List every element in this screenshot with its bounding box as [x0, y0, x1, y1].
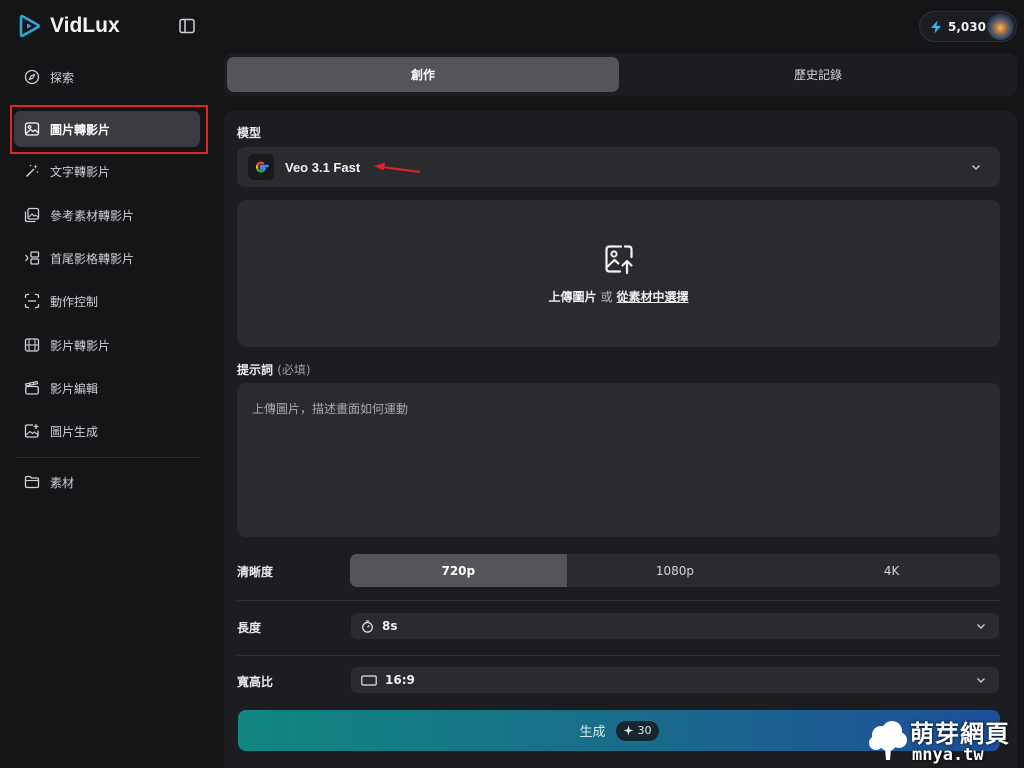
sidebar-item-label: 圖片轉影片: [50, 122, 111, 137]
prompt-label-text: 提示詞: [237, 363, 274, 377]
sidebar-item-label: 動作控制: [50, 294, 99, 309]
upload-instructions: 上傳圖片或從素材中選擇: [237, 288, 1000, 305]
model-label: 模型: [237, 126, 262, 140]
aspect-ratio-label: 寬高比: [237, 675, 274, 689]
choose-from-assets-link[interactable]: 從素材中選擇: [617, 290, 689, 304]
duration-select[interactable]: 8s: [351, 613, 999, 639]
aspect-ratio-icon: [361, 674, 377, 686]
watermark: 萌芽網頁 mnya.tw: [866, 714, 1024, 768]
clapper-icon: [24, 380, 40, 396]
brand-name: VidLux: [50, 14, 120, 37]
sidebar-item-image-generation[interactable]: 圖片生成: [14, 413, 200, 449]
annotation-arrow-icon: [374, 162, 421, 173]
row-divider: [237, 655, 1000, 656]
upload-or-text: 或: [600, 290, 613, 304]
row-divider: [237, 600, 1000, 601]
resolution-option-1080p[interactable]: 1080p: [567, 554, 784, 587]
folder-icon: [24, 474, 40, 490]
credits-count: 5,030: [948, 19, 986, 34]
scan-icon: [24, 293, 40, 309]
chevron-down-icon: [975, 620, 987, 632]
generate-cost-badge: 30: [615, 720, 659, 741]
sidebar-item-first-last-frame[interactable]: 首尾影格轉影片: [14, 240, 200, 276]
sparkle-icon: [623, 725, 634, 736]
resolution-option-4k[interactable]: 4K: [783, 554, 1000, 587]
sidebar-item-label: 影片編輯: [50, 381, 99, 396]
brand[interactable]: VidLux: [18, 12, 120, 40]
stopwatch-icon: [361, 619, 374, 633]
image-icon: [24, 121, 40, 137]
google-logo-icon: [248, 154, 274, 180]
resolution-option-720p[interactable]: 720p: [350, 554, 567, 587]
sidebar-item-label: 探索: [50, 70, 75, 85]
lightning-icon: [930, 20, 942, 34]
image-upload-icon: [603, 243, 635, 275]
sidebar: VidLux 探索 圖片轉影片 文字轉影片 參考素材轉影片 首尾影格轉影片 動作…: [0, 0, 214, 768]
prompt-label: 提示詞 (必填): [237, 361, 311, 378]
duration-label: 長度: [237, 621, 262, 635]
magic-wand-icon: [24, 163, 40, 179]
sidebar-item-assets[interactable]: 素材: [14, 464, 200, 500]
upload-image-text[interactable]: 上傳圖片: [548, 290, 596, 304]
sidebar-item-image-to-video[interactable]: 圖片轉影片: [14, 111, 200, 147]
sidebar-divider: [16, 457, 200, 458]
tree-logo-icon: [866, 718, 910, 762]
resolution-selector: 720p 1080p 4K: [350, 554, 1000, 587]
sidebar-item-video-to-video[interactable]: 影片轉影片: [14, 327, 200, 363]
sidebar-item-video-edit[interactable]: 影片編輯: [14, 370, 200, 406]
aspect-ratio-value: 16:9: [385, 673, 415, 687]
sidebar-item-label: 影片轉影片: [50, 338, 111, 353]
watermark-title: 萌芽網頁: [910, 720, 1010, 748]
resolution-label: 清晰度: [237, 565, 274, 579]
prompt-input[interactable]: [237, 383, 1000, 537]
sidebar-item-label: 首尾影格轉影片: [50, 251, 135, 266]
sidebar-item-label: 文字轉影片: [50, 164, 111, 179]
sidebar-item-motion-control[interactable]: 動作控制: [14, 283, 200, 319]
model-select[interactable]: Veo 3.1 Fast: [237, 147, 1000, 187]
watermark-url: mnya.tw: [912, 745, 984, 765]
film-icon: [24, 337, 40, 353]
image-plus-icon: [24, 423, 40, 439]
vidlux-logo-icon: [18, 13, 42, 39]
model-name: Veo 3.1 Fast: [285, 159, 361, 175]
avatar[interactable]: [987, 13, 1014, 40]
sidebar-item-label: 參考素材轉影片: [50, 208, 135, 223]
frames-icon: [24, 250, 40, 266]
sidebar-item-reference-to-video[interactable]: 參考素材轉影片: [14, 197, 200, 233]
generate-label: 生成: [579, 725, 606, 740]
mode-tabs: 創作 歷史記錄: [224, 53, 1017, 96]
sidebar-item-text-to-video[interactable]: 文字轉影片: [14, 153, 200, 189]
compass-icon: [24, 69, 40, 85]
tab-create[interactable]: 創作: [227, 57, 619, 92]
prompt-required-note: (必填): [277, 363, 311, 377]
duration-value: 8s: [382, 619, 398, 633]
sidebar-item-explore[interactable]: 探索: [14, 59, 200, 95]
generate-cost: 30: [637, 724, 652, 737]
chevron-down-icon: [975, 674, 987, 686]
image-upload-dropzone[interactable]: 上傳圖片或從素材中選擇: [237, 200, 1000, 347]
aspect-ratio-select[interactable]: 16:9: [351, 667, 999, 693]
credits-badge[interactable]: 5,030: [919, 11, 1017, 42]
sidebar-toggle-icon[interactable]: [178, 17, 196, 35]
tab-history[interactable]: 歷史記錄: [622, 57, 1014, 92]
sidebar-item-label: 素材: [50, 475, 75, 490]
images-icon: [24, 207, 40, 223]
sidebar-item-label: 圖片生成: [50, 424, 99, 439]
chevron-down-icon: [970, 161, 982, 173]
